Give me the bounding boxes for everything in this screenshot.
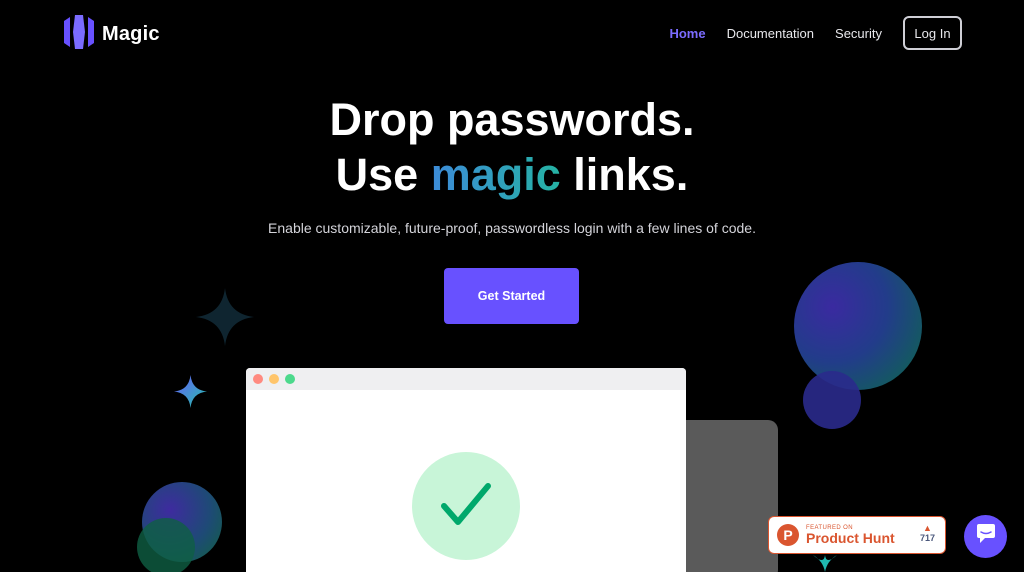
magic-logo-icon <box>64 15 94 54</box>
minimize-dot-icon <box>269 374 279 384</box>
close-dot-icon <box>253 374 263 384</box>
orb-large-decoration <box>794 262 922 390</box>
top-nav: Magic Home Documentation Security Log In <box>0 0 1024 66</box>
nav-documentation[interactable]: Documentation <box>727 26 814 41</box>
checkmark-icon <box>438 476 494 537</box>
product-hunt-text: FEATURED ON Product Hunt <box>806 525 895 546</box>
sparkle-dark-icon <box>196 288 254 351</box>
product-hunt-name: Product Hunt <box>806 529 895 546</box>
brand-name: Magic <box>102 23 160 45</box>
hero-title-highlight: magic <box>430 149 561 200</box>
login-button[interactable]: Log In <box>903 16 962 50</box>
sparkle-gradient-icon <box>174 375 207 413</box>
get-started-button[interactable]: Get Started <box>444 268 579 324</box>
chat-launcher-button[interactable] <box>964 515 1007 558</box>
hero-title-suffix: links. <box>560 149 689 200</box>
maximize-dot-icon <box>285 374 295 384</box>
hero-title-line1: Drop passwords. <box>329 94 695 145</box>
browser-titlebar <box>246 368 686 390</box>
orb-small-decoration <box>803 371 861 429</box>
product-hunt-logo-icon: P <box>777 524 799 546</box>
nav-home[interactable]: Home <box>669 26 705 41</box>
product-hunt-votes: ▲ 717 <box>920 523 935 543</box>
chat-bubble-icon <box>975 523 997 550</box>
brand-logo[interactable]: Magic <box>64 15 160 54</box>
nav-links: Home Documentation Security Log In <box>648 16 962 50</box>
success-check-badge <box>412 452 520 560</box>
hero-subtitle: Enable customizable, future-proof, passw… <box>268 220 756 236</box>
nav-security[interactable]: Security <box>835 26 882 41</box>
hero-title-line2: Use magic links. <box>0 147 1024 202</box>
upvote-arrow-icon: ▲ <box>923 523 932 533</box>
product-hunt-badge[interactable]: P FEATURED ON Product Hunt ▲ 717 <box>768 516 946 554</box>
orb-left-small-decoration <box>137 518 195 572</box>
browser-illustration <box>246 368 686 572</box>
sparkle-teal-icon <box>813 555 837 572</box>
upvote-count: 717 <box>919 533 935 543</box>
hero-title-prefix: Use <box>335 149 431 200</box>
